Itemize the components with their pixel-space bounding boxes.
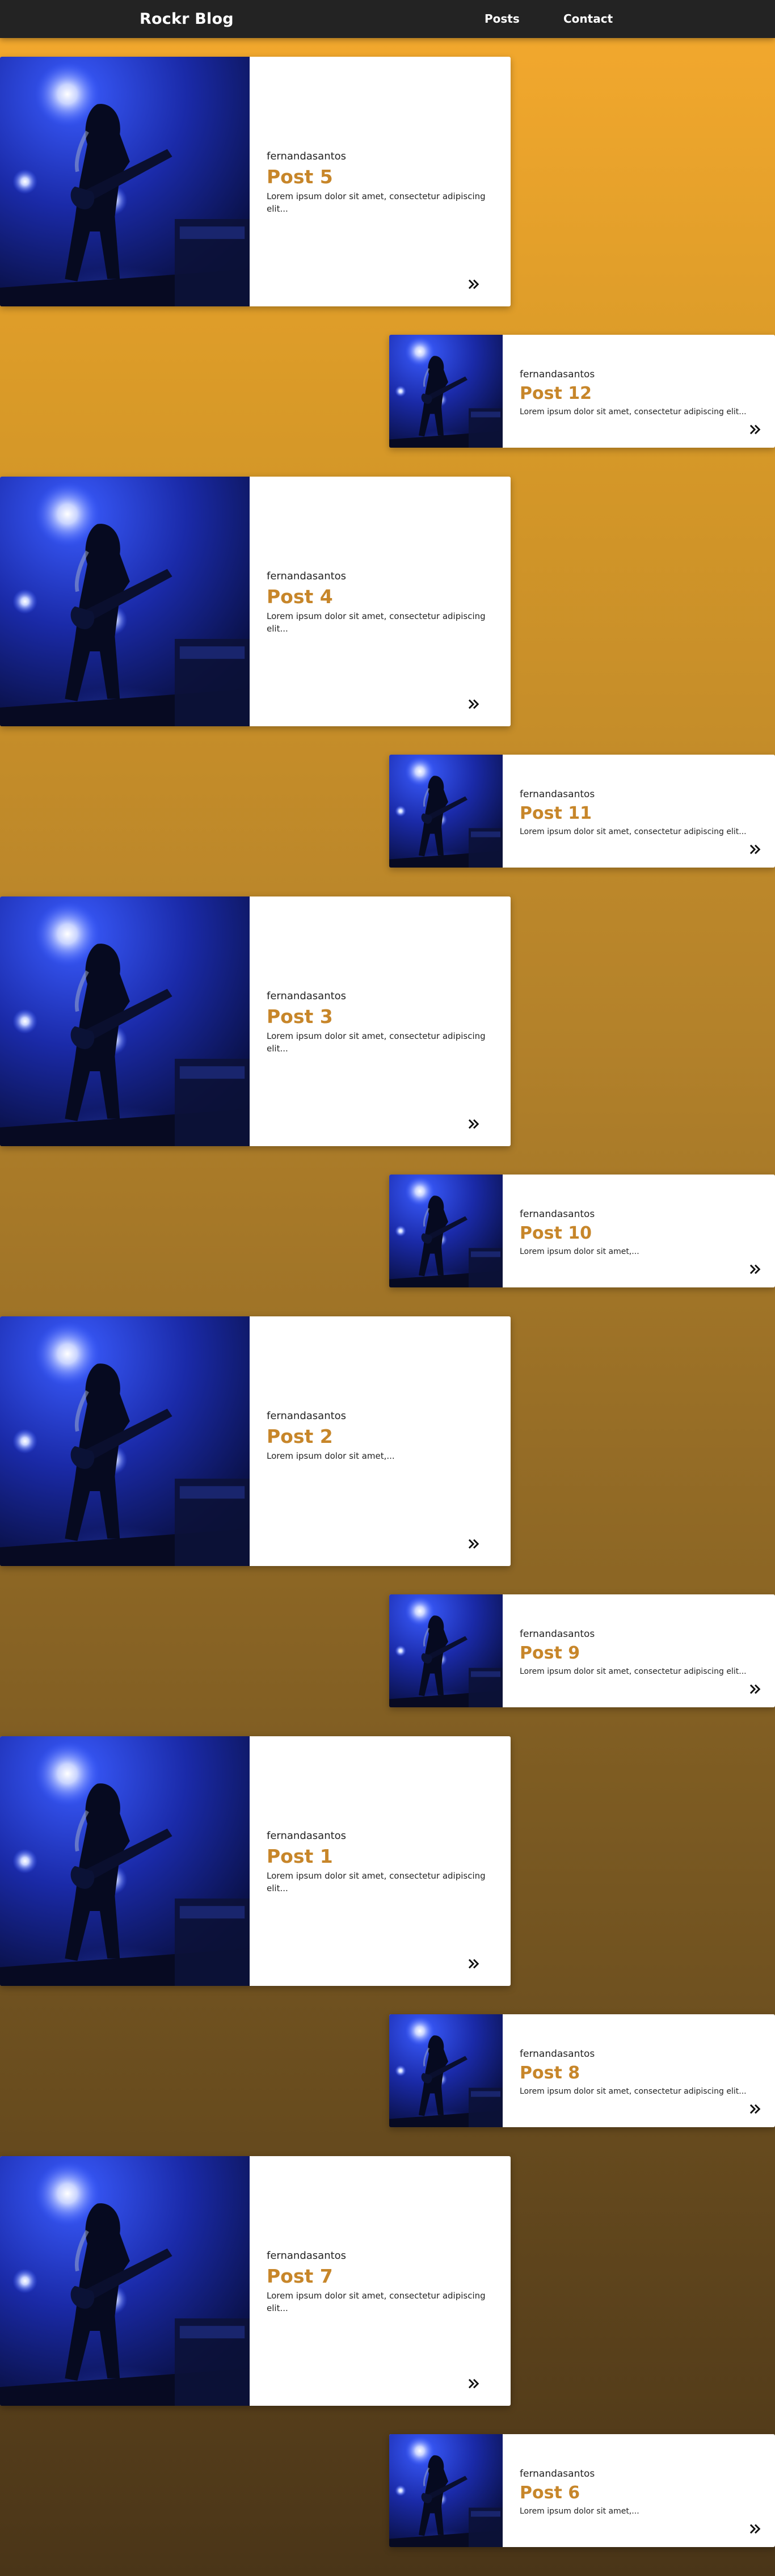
post-author: fernandasantos	[267, 1410, 347, 1422]
post-content: fernandasantos Post 7 Lorem ipsum dolor si…	[267, 2250, 494, 2314]
post-author: fernandasantos	[267, 570, 347, 582]
post-card[interactable]: fernandasantos Post 10 Lorem ipsum dolor s…	[389, 1175, 775, 1287]
post-author: fernandasantos	[520, 1209, 595, 1220]
post-card[interactable]: fernandasantos Post 1 Lorem ipsum dolor si…	[0, 1736, 511, 1986]
post-thumbnail-image[interactable]	[0, 1736, 250, 1986]
post-card[interactable]: fernandasantos Post 8 Lorem ipsum dolor si…	[389, 2014, 775, 2127]
post-author: fernandasantos	[520, 1628, 595, 1640]
post-author: fernandasantos	[267, 1830, 347, 1842]
double-chevron-right-icon[interactable]	[466, 698, 482, 710]
post-content: fernandasantos Post 8 Lorem ipsum dolor si…	[520, 2048, 769, 2098]
post-excerpt: Lorem ipsum dolor sit amet, consectetur …	[267, 611, 486, 634]
double-chevron-right-icon[interactable]	[466, 1958, 482, 1970]
post-card[interactable]: fernandasantos Post 4 Lorem ipsum dolor si…	[0, 477, 511, 726]
post-title[interactable]: Post 6	[520, 2483, 769, 2503]
post-thumbnail-image[interactable]	[389, 1594, 503, 1707]
post-content: fernandasantos Post 3 Lorem ipsum dolor si…	[267, 990, 494, 1055]
double-chevron-right-icon[interactable]	[466, 278, 482, 291]
post-card[interactable]: fernandasantos Post 5 Lorem ipsum dolor si…	[0, 57, 511, 306]
post-content: fernandasantos Post 2 Lorem ipsum dolor si…	[267, 1410, 494, 1462]
post-content: fernandasantos Post 11 Lorem ipsum dolor s…	[520, 789, 769, 838]
post-excerpt: Lorem ipsum dolor sit amet, consectetur …	[520, 2087, 747, 2096]
post-content: fernandasantos Post 4 Lorem ipsum dolor si…	[267, 570, 494, 635]
double-chevron-right-icon[interactable]	[748, 1683, 764, 1695]
post-title[interactable]: Post 7	[267, 2265, 494, 2287]
post-thumbnail-image[interactable]	[0, 57, 250, 306]
post-title[interactable]: Post 2	[267, 1425, 494, 1447]
post-excerpt: Lorem ipsum dolor sit amet,...	[267, 1451, 395, 1461]
post-card[interactable]: fernandasantos Post 12 Lorem ipsum dolor s…	[389, 335, 775, 448]
double-chevron-right-icon[interactable]	[748, 2523, 764, 2535]
post-author: fernandasantos	[520, 2048, 595, 2060]
post-title[interactable]: Post 10	[520, 1223, 769, 1243]
post-card[interactable]: fernandasantos Post 7 Lorem ipsum dolor si…	[0, 2156, 511, 2406]
post-thumbnail-image[interactable]	[389, 2014, 503, 2127]
post-excerpt: Lorem ipsum dolor sit amet,...	[520, 1247, 639, 1256]
post-title[interactable]: Post 1	[267, 1845, 494, 1867]
post-title[interactable]: Post 9	[520, 1643, 769, 1663]
post-title[interactable]: Post 8	[520, 2063, 769, 2083]
post-content: fernandasantos Post 1 Lorem ipsum dolor si…	[267, 1830, 494, 1895]
post-thumbnail-image[interactable]	[389, 1175, 503, 1287]
post-card[interactable]: fernandasantos Post 2 Lorem ipsum dolor si…	[0, 1316, 511, 1566]
brand-logo[interactable]: Rockr Blog	[140, 10, 234, 28]
post-excerpt: Lorem ipsum dolor sit amet, consectetur …	[520, 407, 747, 416]
post-thumbnail-image[interactable]	[389, 335, 503, 448]
post-thumbnail-image[interactable]	[0, 1316, 250, 1566]
double-chevron-right-icon[interactable]	[748, 423, 764, 436]
post-author: fernandasantos	[267, 2250, 347, 2262]
double-chevron-right-icon[interactable]	[466, 2377, 482, 2390]
post-author: fernandasantos	[267, 990, 347, 1002]
post-thumbnail-image[interactable]	[389, 2434, 503, 2547]
nav-contact-link[interactable]: Contact	[563, 12, 613, 26]
post-thumbnail-image[interactable]	[0, 477, 250, 726]
post-excerpt: Lorem ipsum dolor sit amet, consectetur …	[267, 1031, 486, 1054]
post-title[interactable]: Post 12	[520, 384, 769, 403]
post-content: fernandasantos Post 6 Lorem ipsum dolor si…	[520, 2468, 769, 2518]
post-card[interactable]: fernandasantos Post 11 Lorem ipsum dolor s…	[389, 755, 775, 868]
double-chevron-right-icon[interactable]	[748, 1263, 764, 1276]
double-chevron-right-icon[interactable]	[466, 1118, 482, 1130]
post-thumbnail-image[interactable]	[0, 2156, 250, 2406]
post-excerpt: Lorem ipsum dolor sit amet,...	[520, 2507, 639, 2516]
post-excerpt: Lorem ipsum dolor sit amet, consectetur …	[520, 1667, 747, 1676]
post-title[interactable]: Post 5	[267, 166, 494, 188]
post-author: fernandasantos	[520, 369, 595, 380]
post-content: fernandasantos Post 5 Lorem ipsum dolor si…	[267, 150, 494, 215]
post-thumbnail-image[interactable]	[389, 755, 503, 868]
post-content: fernandasantos Post 9 Lorem ipsum dolor si…	[520, 1628, 769, 1678]
double-chevron-right-icon[interactable]	[748, 843, 764, 856]
post-excerpt: Lorem ipsum dolor sit amet, consectetur …	[267, 191, 486, 214]
post-card[interactable]: fernandasantos Post 3 Lorem ipsum dolor si…	[0, 896, 511, 1146]
post-author: fernandasantos	[520, 789, 595, 800]
post-excerpt: Lorem ipsum dolor sit amet, consectetur …	[267, 1871, 486, 1893]
post-card[interactable]: fernandasantos Post 9 Lorem ipsum dolor si…	[389, 1594, 775, 1707]
post-content: fernandasantos Post 12 Lorem ipsum dolor s…	[520, 369, 769, 418]
post-author: fernandasantos	[267, 150, 347, 162]
double-chevron-right-icon[interactable]	[748, 2103, 764, 2115]
post-content: fernandasantos Post 10 Lorem ipsum dolor s…	[520, 1209, 769, 1258]
post-thumbnail-image[interactable]	[0, 896, 250, 1146]
post-card[interactable]: fernandasantos Post 6 Lorem ipsum dolor si…	[389, 2434, 775, 2547]
post-excerpt: Lorem ipsum dolor sit amet, consectetur …	[267, 2291, 486, 2313]
top-navbar: Rockr Blog Posts Contact	[0, 0, 775, 38]
post-excerpt: Lorem ipsum dolor sit amet, consectetur …	[520, 827, 747, 836]
double-chevron-right-icon[interactable]	[466, 1538, 482, 1550]
post-title[interactable]: Post 3	[267, 1005, 494, 1028]
nav-posts-link[interactable]: Posts	[485, 12, 520, 26]
post-author: fernandasantos	[520, 2468, 595, 2480]
post-title[interactable]: Post 4	[267, 586, 494, 608]
post-title[interactable]: Post 11	[520, 803, 769, 823]
